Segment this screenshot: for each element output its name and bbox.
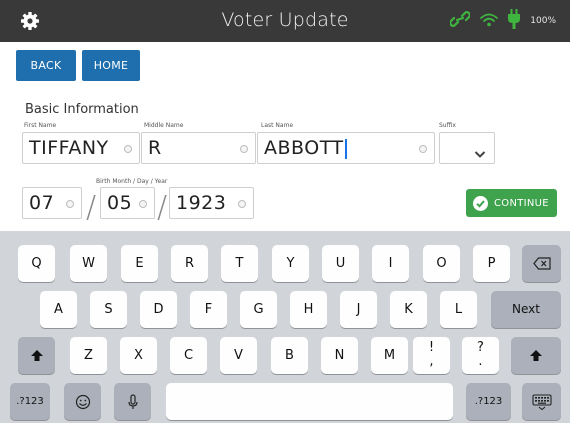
suffix-label: Suffix [439,122,456,129]
emoji-icon [75,394,91,409]
clear-icon[interactable] [124,145,132,153]
plug-icon [508,9,521,33]
clear-icon[interactable] [66,200,74,208]
shift-icon [529,348,543,363]
key-top-char: ? [477,340,484,355]
birth-year-value: 1923 [176,192,227,214]
backspace-icon [532,256,551,271]
date-separator: / [157,190,168,225]
continue-label: CONTINUE [494,197,549,209]
key-exclamation-comma[interactable]: ! , [413,337,450,374]
key-c[interactable]: C [170,337,207,374]
key-question-period[interactable]: ? . [462,337,499,374]
key-v[interactable]: V [220,337,257,374]
space-key[interactable] [166,383,453,420]
status-icons: 100% [449,9,556,33]
first-name-value: TIFFANY [29,137,109,159]
key-k[interactable]: K [390,291,427,328]
birth-day-field[interactable]: 05 [100,187,155,219]
clear-icon[interactable] [139,200,147,208]
key-g[interactable]: G [240,291,277,328]
keyboard-icon [531,393,552,410]
key-w[interactable]: W [70,245,107,282]
on-screen-keyboard: Q W E R T Y U I O P A S D F G H J K L Ne… [0,231,570,423]
clear-icon[interactable] [240,145,248,153]
home-button[interactable]: HOME [82,50,140,81]
hide-keyboard-key[interactable] [522,383,561,420]
title-bar: Voter Update 100% [0,0,570,42]
key-z[interactable]: Z [70,337,107,374]
chevron-down-icon [474,144,486,163]
key-s[interactable]: S [90,291,127,328]
date-separator: / [86,190,97,225]
key-b[interactable]: B [271,337,308,374]
suffix-select[interactable] [439,132,495,164]
key-x[interactable]: X [120,337,157,374]
clear-icon[interactable] [238,200,246,208]
back-button[interactable]: BACK [16,50,76,81]
section-title: Basic Information [25,102,139,117]
next-key[interactable]: Next [491,291,561,328]
middle-name-label: Middle Name [144,122,184,129]
key-u[interactable]: U [322,245,359,282]
shift-key[interactable] [18,337,55,374]
middle-name-value: R [148,137,162,159]
birth-year-field[interactable]: 1923 [169,187,254,219]
birth-day-value: 05 [107,192,133,214]
key-i[interactable]: I [372,245,409,282]
wifi-icon [480,12,499,31]
microphone-icon [127,393,138,409]
key-q[interactable]: Q [18,245,55,282]
clear-icon[interactable] [419,145,427,153]
battery-percentage: 100% [530,16,556,26]
last-name-value: ABBOTT [264,137,347,159]
key-top-char: ! [428,340,435,355]
key-e[interactable]: E [121,245,158,282]
birth-month-value: 07 [29,192,55,214]
link-icon [449,11,472,31]
emoji-key[interactable] [64,383,101,420]
key-t[interactable]: T [221,245,258,282]
shift-icon [30,348,44,363]
first-name-label: First Name [24,122,57,129]
first-name-field[interactable]: TIFFANY [22,132,140,164]
key-j[interactable]: J [340,291,377,328]
text-cursor [344,138,347,159]
key-bottom-char: . [478,354,483,369]
key-r[interactable]: R [171,245,208,282]
key-d[interactable]: D [140,291,177,328]
key-m[interactable]: M [371,337,408,374]
numbers-key[interactable]: .?123 [10,383,50,420]
key-f[interactable]: F [190,291,227,328]
numbers-key-right[interactable]: .?123 [466,383,511,420]
birth-date-label: Birth Month / Day / Year [96,178,168,185]
continue-button[interactable]: CONTINUE [466,189,557,217]
shift-key-right[interactable] [511,337,561,374]
checkmark-icon [473,195,488,211]
key-y[interactable]: Y [272,245,309,282]
middle-name-field[interactable]: R [141,132,256,164]
last-name-field[interactable]: ABBOTT [257,132,435,164]
key-l[interactable]: L [440,291,477,328]
key-p[interactable]: P [473,245,510,282]
key-n[interactable]: N [321,337,358,374]
last-name-label: Last Name [261,122,294,129]
key-bottom-char: , [429,354,434,369]
key-h[interactable]: H [290,291,327,328]
key-o[interactable]: O [423,245,460,282]
backspace-key[interactable] [522,245,561,282]
dictation-key[interactable] [114,383,151,420]
key-a[interactable]: A [40,291,77,328]
birth-month-field[interactable]: 07 [22,187,82,219]
